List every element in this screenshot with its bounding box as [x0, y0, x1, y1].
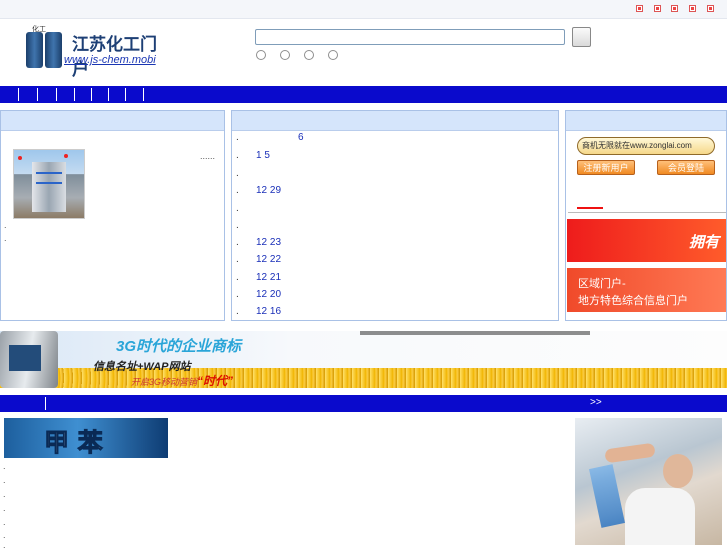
nav-item[interactable] — [74, 88, 75, 101]
list-item[interactable]: . — [3, 531, 6, 540]
nav-item[interactable] — [37, 88, 38, 101]
list-item[interactable]: . — [236, 219, 556, 233]
logo-url: www.js-chem.mobi — [64, 54, 156, 66]
login-button[interactable]: 会员登陆 — [657, 160, 715, 175]
close-icon[interactable] — [689, 5, 696, 12]
list-item[interactable]: . — [3, 476, 6, 485]
banner-tagline: 开启3G移动营销“时代” — [131, 374, 234, 388]
news-date: 12 23 — [256, 237, 282, 248]
ad-banner[interactable]: 拥有 — [567, 219, 726, 262]
scientist-photo[interactable] — [575, 418, 722, 545]
close-icon[interactable] — [636, 5, 643, 12]
regional-ad-line1: 区域门户- — [578, 277, 626, 290]
list-item[interactable]: . — [4, 221, 7, 230]
nav-item[interactable] — [108, 88, 109, 101]
close-icon[interactable] — [654, 5, 661, 12]
3g-banner-ad[interactable]: 3G时代的企业商标 信息名址+WAP网站 开启3G移动营销“时代” — [0, 331, 727, 388]
list-item[interactable]: . 12 23 — [236, 236, 556, 250]
nav-item[interactable] — [125, 88, 126, 101]
list-item[interactable]: . 12 22 — [236, 253, 556, 267]
member-panel-header — [566, 111, 726, 131]
company-photo[interactable] — [13, 149, 85, 219]
divider — [568, 212, 726, 213]
news-date: 12 20 — [256, 289, 282, 300]
more-link[interactable]: >> — [590, 397, 602, 408]
left-panel: ...... . . — [0, 110, 225, 321]
news-date: 6 — [298, 132, 304, 143]
news-panel: .6 .1 5 . . 12 29 . . . 12 23 . 12 22 . 12 2… — [231, 110, 559, 321]
news-date: 1 5 — [256, 150, 270, 161]
list-item[interactable]: . — [3, 462, 6, 471]
left-panel-header — [1, 111, 224, 131]
register-button[interactable]: 注册新用户 — [577, 160, 635, 175]
news-date: 12 29 — [256, 185, 282, 196]
search-type-radio[interactable] — [280, 50, 290, 60]
ad-banner-text: 拥有 — [689, 234, 720, 251]
main-nav — [0, 86, 727, 103]
nav-item[interactable] — [143, 88, 144, 101]
list-item[interactable]: . — [236, 167, 556, 181]
regional-portal-ad[interactable]: 区域门户- 地方特色综合信息门户 — [567, 268, 726, 312]
search-type-radio[interactable] — [328, 50, 338, 60]
news-date: 12 16 — [256, 306, 282, 317]
list-item[interactable]: . — [236, 202, 556, 216]
top-toolbar — [0, 0, 727, 19]
list-item[interactable]: . — [3, 504, 6, 513]
search-button[interactable] — [572, 27, 591, 47]
news-date: 12 21 — [256, 272, 282, 283]
member-panel: 商机无限就在www.zonglai.com 注册新用户 会员登陆 拥有 区域门户… — [565, 110, 727, 321]
search-type-radio[interactable] — [304, 50, 314, 60]
nav-item[interactable] — [56, 88, 57, 101]
more-link[interactable]: ...... — [200, 151, 215, 161]
list-item[interactable]: . — [4, 234, 7, 243]
list-item[interactable]: . 12 29 — [236, 184, 556, 198]
section-nav: >> — [0, 395, 727, 412]
phone-icon — [0, 331, 58, 388]
list-item[interactable]: .1 5 — [236, 149, 556, 163]
nav-item[interactable] — [45, 397, 46, 410]
banner-headline: 3G时代的企业商标 — [116, 338, 242, 355]
search-type-radio[interactable] — [256, 50, 266, 60]
regional-ad-line2: 地方特色综合信息门户 — [578, 294, 688, 307]
list-item[interactable]: . — [3, 490, 6, 499]
list-item[interactable]: . — [3, 541, 6, 550]
list-item[interactable]: . 12 21 — [236, 271, 556, 285]
site-logo[interactable]: 化工 江苏化工门户 www.js-chem.mobi — [20, 22, 170, 80]
search-input[interactable] — [255, 29, 565, 45]
drum-icon — [26, 32, 43, 68]
close-icon[interactable] — [707, 5, 714, 12]
drum-icon — [45, 32, 62, 68]
zonglai-ad[interactable]: 商机无限就在www.zonglai.com — [577, 137, 715, 155]
list-item[interactable]: . 12 16 — [236, 305, 556, 319]
news-date: 12 22 — [256, 254, 282, 265]
nav-item[interactable] — [18, 88, 19, 101]
zonglai-ad-text: 商机无限就在www.zonglai.com — [582, 141, 692, 150]
news-panel-header — [232, 111, 558, 131]
tab-indicator — [577, 207, 603, 209]
close-icon[interactable] — [671, 5, 678, 12]
list-item[interactable]: . 12 20 — [236, 288, 556, 302]
nav-item[interactable] — [91, 88, 92, 101]
product-banner-text: 甲 苯 — [44, 428, 104, 458]
product-banner[interactable]: 甲 苯 — [4, 418, 168, 458]
list-item[interactable]: .6 — [236, 131, 556, 145]
list-item[interactable]: . — [3, 518, 6, 527]
